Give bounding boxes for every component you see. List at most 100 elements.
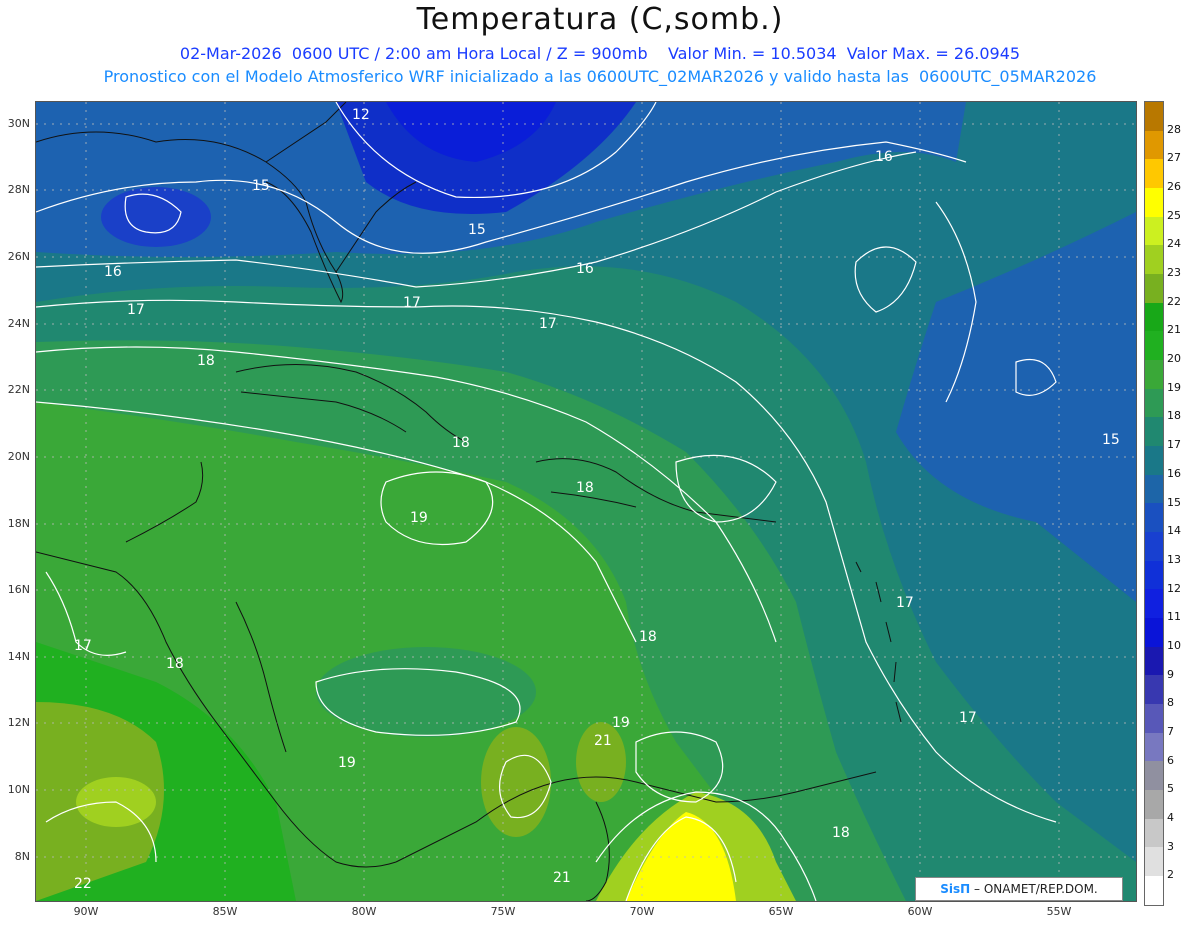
credit-box: SisΠ – ONAMET/REP.DOM. (915, 877, 1123, 901)
lat-label: 8N (14, 850, 30, 863)
colorbar-swatch (1145, 245, 1163, 275)
contour-label: 15 (1102, 432, 1120, 448)
temp-pocket-22a (481, 727, 551, 837)
lon-label: 85W (212, 905, 238, 918)
lat-label: 28N (7, 183, 30, 196)
contour-label: 19 (338, 755, 356, 771)
colorbar-label: 7 (1167, 724, 1174, 738)
colorbar-swatch (1145, 761, 1163, 791)
lat-label: 26N (7, 250, 30, 263)
contour-label: 18 (576, 480, 594, 496)
colorbar-label: 20 (1167, 352, 1181, 366)
contour-label: 19 (410, 510, 428, 526)
colorbar-swatch (1145, 818, 1163, 848)
date-info-line: 02-Mar-2026 0600 UTC / 2:00 am Hora Loca… (179, 44, 1021, 63)
contour-label: 17 (539, 316, 557, 332)
colorbar-label: 23 (1167, 266, 1181, 280)
lat-label: 22N (7, 383, 30, 396)
colorbar-label: 9 (1167, 667, 1174, 681)
colorbar-label: 5 (1167, 782, 1174, 796)
colorbar-label: 26 (1167, 180, 1181, 194)
colorbar-label: 3 (1167, 839, 1174, 853)
colorbar-swatch (1145, 589, 1163, 619)
colorbar-label: 16 (1167, 466, 1181, 480)
colorbar-swatch (1145, 474, 1163, 504)
lon-label: 70W (629, 905, 655, 918)
colorbar-swatch (1145, 646, 1163, 676)
colorbar-swatch (1145, 790, 1163, 819)
colorbar-label: 22 (1167, 294, 1181, 308)
contour-label: 16 (875, 149, 893, 165)
lon-label: 60W (907, 905, 933, 918)
lon-label: 65W (768, 905, 794, 918)
colorbar-label: 10 (1167, 638, 1181, 652)
contour-label: 17 (896, 595, 914, 611)
contour-label: 15 (468, 222, 486, 238)
colorbar-swatch (1145, 388, 1163, 418)
credit-text: – ONAMET/REP.DOM. (974, 882, 1098, 896)
colorbar-swatch (1145, 274, 1163, 303)
colorbar (1144, 101, 1164, 906)
colorbar-label: 12 (1167, 581, 1181, 595)
colorbar-swatch (1145, 159, 1163, 189)
contour-label: 22 (74, 876, 92, 892)
colorbar-swatch (1145, 847, 1163, 877)
colorbar-label: 11 (1167, 610, 1181, 624)
colorbar-label: 19 (1167, 380, 1181, 394)
lat-label: 20N (7, 450, 30, 463)
lon-label: 55W (1046, 905, 1072, 918)
contour-label: 18 (639, 629, 657, 645)
lat-label: 16N (7, 583, 30, 596)
colorbar-label: 25 (1167, 208, 1181, 222)
colorbar-label: 2 (1167, 868, 1174, 882)
lat-label: 14N (7, 650, 30, 663)
colorbar-label: 27 (1167, 151, 1181, 165)
colorbar-label: 4 (1167, 810, 1174, 824)
contour-label: 16 (576, 261, 594, 277)
lat-label: 10N (7, 783, 30, 796)
contour-label: 15 (252, 178, 270, 194)
colorbar-swatch (1145, 130, 1163, 160)
colorbar-swatch (1145, 417, 1163, 447)
colorbar-label: 13 (1167, 552, 1181, 566)
colorbar-swatch (1145, 216, 1163, 246)
sisp-logo: SisΠ (940, 882, 971, 896)
chart-title: Temperatura (C,somb.) (416, 2, 784, 37)
colorbar-label: 18 (1167, 409, 1181, 423)
lat-label: 18N (7, 517, 30, 530)
contour-label: 19 (612, 715, 630, 731)
colorbar-label: 17 (1167, 438, 1181, 452)
contour-label: 17 (403, 295, 421, 311)
lat-label: 30N (7, 117, 30, 130)
contour-label: 21 (553, 870, 571, 886)
contour-label: 18 (452, 435, 470, 451)
colorbar-label: 24 (1167, 237, 1181, 251)
colorbar-label: 14 (1167, 524, 1181, 538)
colorbar-label: 21 (1167, 323, 1181, 337)
colorbar-swatch (1145, 732, 1163, 762)
colorbar-swatch (1145, 704, 1163, 733)
contour-label: 17 (127, 302, 145, 318)
contour-label: 18 (197, 353, 215, 369)
colorbar-swatch (1145, 618, 1163, 647)
colorbar-swatch (1145, 560, 1163, 590)
lon-label: 75W (490, 905, 516, 918)
lon-label: 80W (351, 905, 377, 918)
colorbar-swatch (1145, 302, 1163, 332)
colorbar-swatch (1145, 331, 1163, 361)
colorbar-label: 15 (1167, 495, 1181, 509)
contour-label: 12 (352, 107, 370, 123)
contour-label: 18 (166, 656, 184, 672)
lon-label: 90W (73, 905, 99, 918)
forecast-info-line: Pronostico con el Modelo Atmosferico WRF… (103, 67, 1097, 86)
temperature-map: 12 15 15 16 16 16 17 17 17 18 18 18 18 1… (35, 101, 1137, 902)
colorbar-swatch (1145, 503, 1163, 533)
colorbar-swatch (1145, 360, 1163, 389)
colorbar-swatch (1145, 532, 1163, 561)
contour-label: 21 (594, 733, 612, 749)
contour-label: 18 (832, 825, 850, 841)
colorbar-label: 8 (1167, 696, 1174, 710)
map-canvas: 12 15 15 16 16 16 17 17 17 18 18 18 18 1… (36, 102, 1136, 901)
contour-label: 17 (74, 638, 92, 654)
colorbar-label: 6 (1167, 753, 1174, 767)
